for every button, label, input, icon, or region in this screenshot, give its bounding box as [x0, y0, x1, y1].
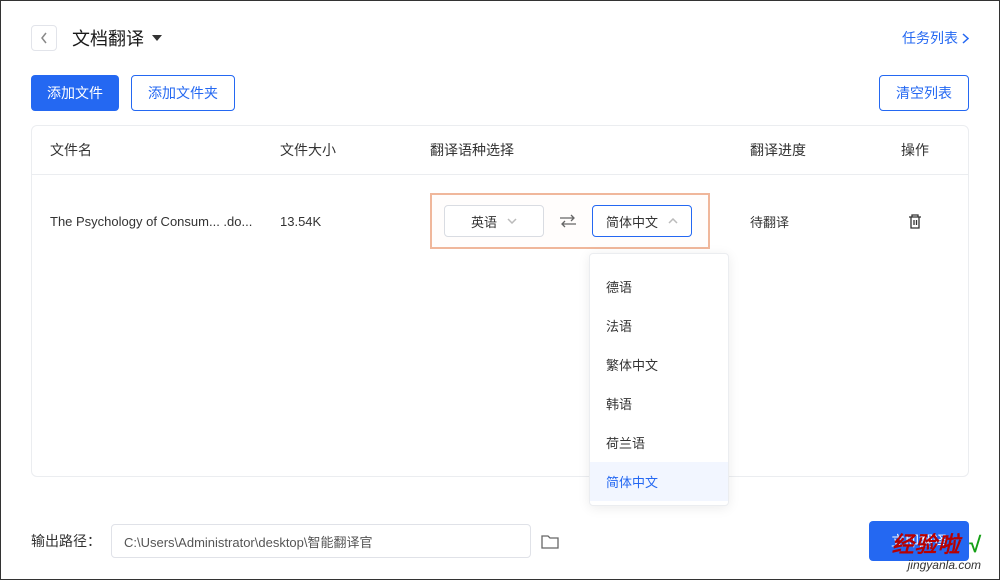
chevron-right-icon	[962, 33, 969, 44]
source-language-value: 英语	[471, 212, 497, 231]
dropdown-item[interactable]: 德语	[590, 267, 728, 306]
dropdown-item[interactable]: 荷兰语	[590, 423, 728, 462]
target-language-value: 简体中文	[606, 212, 658, 231]
caret-down-icon	[152, 35, 162, 41]
translate-now-button[interactable]: 立即翻译	[869, 521, 969, 561]
target-language-dropdown: —— 德语 法语 繁体中文 韩语 荷兰语 简体中文	[589, 253, 729, 506]
add-folder-button[interactable]: 添加文件夹	[131, 75, 235, 111]
check-icon: √	[968, 532, 981, 557]
col-header-lang: 翻译语种选择	[430, 140, 750, 160]
folder-icon	[541, 534, 559, 549]
task-list-label: 任务列表	[902, 28, 958, 48]
col-header-size: 文件大小	[280, 140, 430, 160]
col-header-name: 文件名	[50, 140, 280, 160]
delete-button[interactable]	[907, 213, 923, 230]
back-button[interactable]	[31, 25, 57, 51]
file-table: 文件名 文件大小 翻译语种选择 翻译进度 操作 The Psychology o…	[31, 125, 969, 477]
browse-folder-button[interactable]	[541, 534, 559, 549]
swap-icon	[559, 214, 577, 228]
language-selector-highlight: 英语 简体中文	[430, 193, 710, 249]
add-file-button[interactable]: 添加文件	[31, 75, 119, 111]
translation-status: 待翻译	[750, 212, 880, 231]
chevron-up-icon	[668, 218, 678, 224]
table-header: 文件名 文件大小 翻译语种选择 翻译进度 操作	[32, 126, 968, 175]
source-language-select[interactable]: 英语	[444, 205, 544, 237]
dropdown-item[interactable]: 韩语	[590, 384, 728, 423]
col-header-progress: 翻译进度	[750, 140, 880, 160]
page-title-dropdown[interactable]: 文档翻译	[72, 25, 162, 51]
output-path-input[interactable]	[111, 524, 531, 558]
clear-list-button[interactable]: 清空列表	[879, 75, 969, 111]
page-title: 文档翻译	[72, 25, 144, 51]
output-path-label: 输出路径：	[31, 531, 101, 551]
dropdown-item[interactable]: 繁体中文	[590, 345, 728, 384]
trash-icon	[907, 213, 923, 230]
task-list-link[interactable]: 任务列表	[902, 28, 969, 48]
dropdown-item[interactable]: 法语	[590, 306, 728, 345]
file-size: 13.54K	[280, 214, 430, 229]
file-name: The Psychology of Consum... .do...	[50, 214, 280, 229]
target-language-select[interactable]: 简体中文	[592, 205, 692, 237]
chevron-down-icon	[507, 218, 517, 224]
table-row: The Psychology of Consum... .do... 13.54…	[32, 175, 968, 267]
chevron-left-icon	[40, 32, 48, 44]
dropdown-item-selected[interactable]: 简体中文	[590, 462, 728, 501]
col-header-op: 操作	[880, 140, 950, 160]
swap-languages-button[interactable]	[554, 214, 582, 228]
